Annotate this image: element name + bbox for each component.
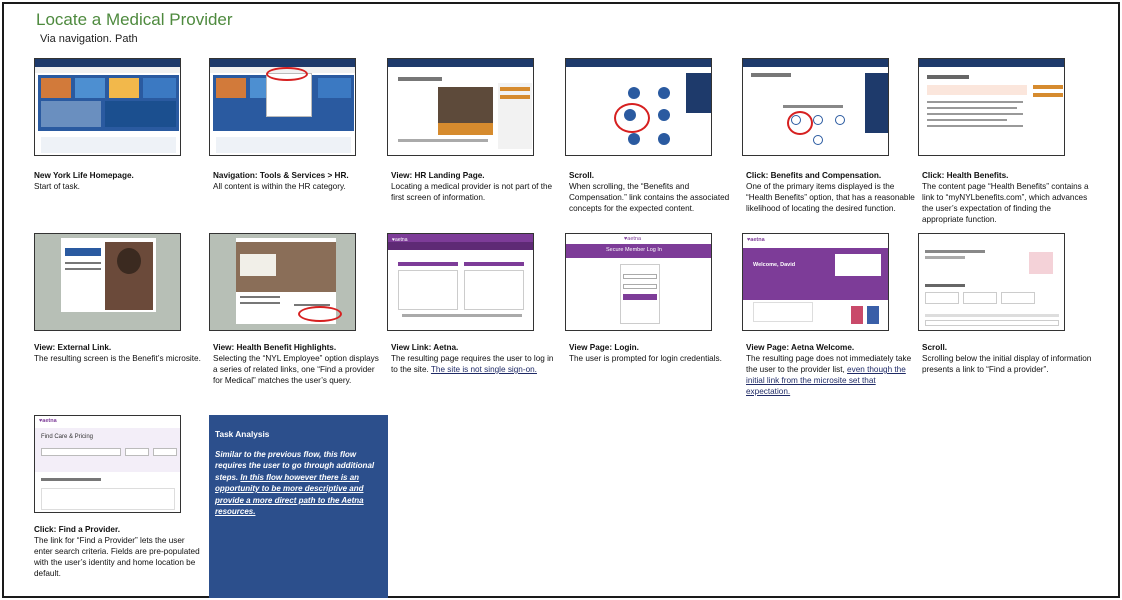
step-caption: Click: Health Benefits. The content page … xyxy=(922,171,1089,224)
screenshot-aetna-scroll xyxy=(918,233,1065,331)
step-caption: View: Health Benefit Highlights. Selectin… xyxy=(213,343,379,385)
screenshot-aetna-member-login: ♥aetna Secure Member Log In xyxy=(565,233,712,331)
screenshot-scroll-resources xyxy=(565,58,712,156)
step-caption: Click: Find a Provider. The link for “Fin… xyxy=(34,525,200,578)
screenshot-aetna-welcome: ♥aetna Welcome, David xyxy=(742,233,889,331)
page-subtitle: Via navigation. Path xyxy=(40,33,138,45)
step-caption: View Link: Aetna. The resulting page requ… xyxy=(391,343,554,374)
screenshot-hr-landing xyxy=(387,58,534,156)
task-analysis-panel: Task Analysis Similar to the previous fl… xyxy=(209,415,388,598)
step-caption: Click: Benefits and Compensation. One of … xyxy=(746,171,915,213)
task-analysis-body: Similar to the previous flow, this flow … xyxy=(215,449,375,517)
screenshot-navigation-menu xyxy=(209,58,356,156)
step-caption: New York Life Homepage. Start of task. xyxy=(34,171,134,191)
step-caption: Scroll. Scrolling below the initial displ… xyxy=(922,343,1092,374)
highlight-circle xyxy=(298,306,342,322)
page-title: Locate a Medical Provider xyxy=(36,10,233,29)
screenshot-health-benefits xyxy=(918,58,1065,156)
screenshot-benefits-microsite xyxy=(34,233,181,331)
step-caption: View Page: Login. The user is prompted fo… xyxy=(569,343,722,363)
step-caption: View: HR Landing Page. Locating a medical… xyxy=(391,171,553,202)
step-caption: Navigation: Tools & Services > HR. All co… xyxy=(213,171,349,191)
highlight-circle xyxy=(266,67,308,81)
highlight-circle xyxy=(614,103,650,133)
screenshot-find-care-pricing: ♥aetna Find Care & Pricing xyxy=(34,415,181,513)
task-analysis-title: Task Analysis xyxy=(215,429,270,439)
highlight-circle xyxy=(787,111,813,135)
step-caption: View: External Link. The resulting screen… xyxy=(34,343,201,363)
screenshot-aetna-login-page: ♥aetna xyxy=(387,233,534,331)
screenshot-benefits-compensation xyxy=(742,58,889,156)
step-caption: View Page: Aetna Welcome. The resulting p… xyxy=(746,343,912,396)
step-caption: Scroll. When scrolling, the “Benefits and… xyxy=(569,171,730,213)
screenshot-nyl-homepage xyxy=(34,58,181,156)
screenshot-health-benefit-highlights xyxy=(209,233,356,331)
